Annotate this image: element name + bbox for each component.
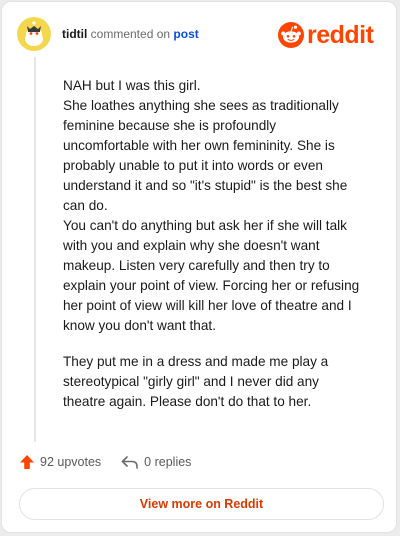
post-link[interactable]: post: [173, 27, 198, 41]
comment-paragraph: NAH but I was this girl.: [63, 78, 201, 93]
snoo-avatar-icon: [17, 17, 51, 51]
reply-icon: [121, 456, 138, 469]
comment-paragraph: She loathes anything she sees as traditi…: [63, 98, 348, 213]
comment-paragraph: They put me in a dress and made me play …: [63, 354, 329, 409]
comment-paragraph: You can't do anything but ask her if she…: [63, 218, 360, 333]
reddit-logo[interactable]: reddit: [278, 19, 374, 51]
upvote-arrow-icon: [20, 455, 34, 469]
reply-button[interactable]: 0 replies: [121, 454, 191, 470]
comment-action-text: commented on: [90, 27, 171, 41]
comment-actions: 92 upvotes 0 replies: [19, 454, 191, 470]
comment-header: tidtil commented on post: [62, 27, 199, 41]
author-name[interactable]: tidtil: [62, 27, 87, 41]
avatar[interactable]: [17, 17, 51, 51]
upvote-button[interactable]: 92 upvotes: [19, 454, 101, 470]
thread-line: [34, 57, 36, 442]
reddit-snoo-icon: [278, 22, 304, 48]
logo-wordmark: reddit: [307, 21, 374, 49]
view-more-button[interactable]: View more on Reddit: [19, 488, 384, 520]
upvote-count: 92 upvotes: [40, 455, 102, 469]
comment-body: NAH but I was this girl. She loathes any…: [63, 76, 363, 412]
embedded-comment-card: tidtil commented on post reddit NAH but …: [1, 1, 397, 533]
reply-count: 0 replies: [144, 455, 192, 469]
